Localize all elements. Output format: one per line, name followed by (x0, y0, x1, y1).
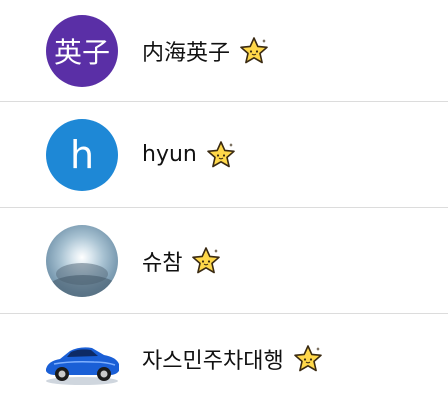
contact-name: hyun (142, 142, 197, 167)
contact-name: 内海英子 (142, 40, 231, 66)
list-item[interactable]: h hyun (0, 102, 448, 208)
list-item[interactable]: 英子 内海英子 (0, 0, 448, 102)
star-sticker-icon (207, 140, 235, 167)
star-sticker-icon (293, 345, 322, 372)
avatar: h (46, 118, 118, 191)
list-item[interactable]: 자스민주차대행 (0, 314, 448, 404)
sports-car-icon (46, 347, 119, 385)
avatar: 英子 (46, 14, 118, 87)
star-sticker-icon (192, 246, 221, 273)
contact-name: 슈참 (142, 250, 183, 276)
contact-list: 英子 内海英子 h hyun 슈참 자스민주차대행 (0, 0, 448, 404)
avatar-initial: h (69, 132, 95, 177)
avatar-car-photo (40, 323, 124, 395)
avatar-sky-photo (46, 224, 118, 297)
avatar-initials: 英子 (53, 35, 110, 69)
star-sticker-icon (240, 36, 268, 63)
list-item[interactable]: 슈참 (0, 208, 448, 314)
contact-name: 자스민주차대행 (142, 349, 284, 374)
